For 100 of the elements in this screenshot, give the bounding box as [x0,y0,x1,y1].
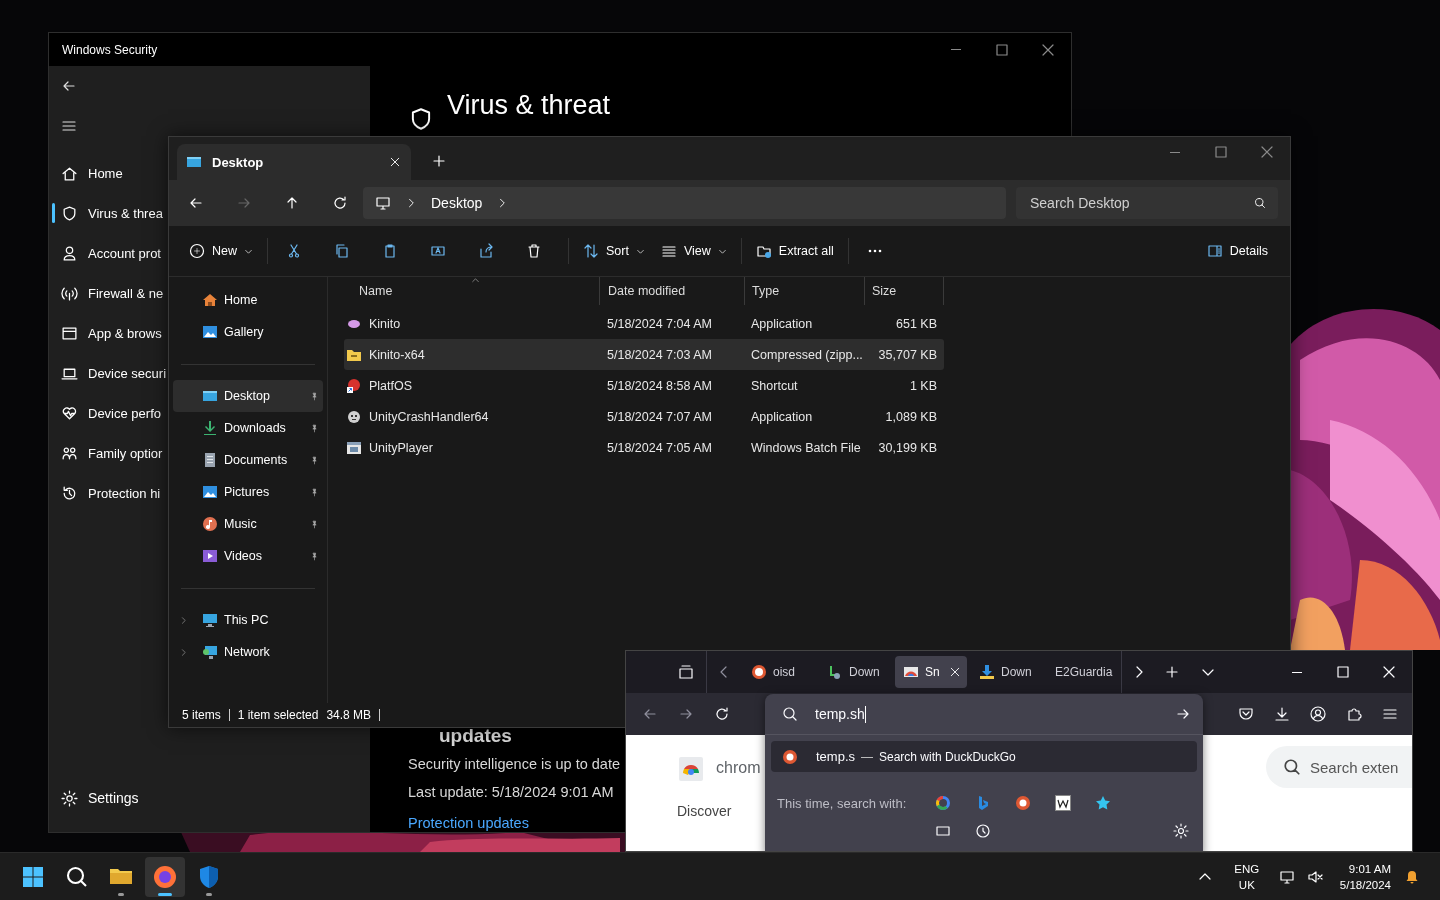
column-header[interactable]: Name [344,277,599,305]
nav-item[interactable]: Home [49,153,168,193]
new-button[interactable]: New [181,234,261,268]
nav-item[interactable]: Account prot [49,233,168,273]
menu-icon [1382,706,1398,722]
browser-tab[interactable]: Down [819,656,891,688]
file-row[interactable]: PlatfOS 5/18/2024 8:58 AM Shortcut 1 KB [344,370,944,401]
file-row[interactable]: UnityCrashHandler64 5/18/2024 7:07 AM Application 1,089 KB [344,401,944,432]
shield-icon [61,204,78,222]
bell-icon [1404,868,1420,885]
protection-updates-link[interactable]: Protection updates [408,815,529,831]
image-icon [202,484,218,500]
nav-item[interactable]: Pictures [173,476,323,508]
share-icon [478,243,494,259]
nav-item[interactable]: Network [173,636,323,668]
window-title: Windows Security [61,42,158,57]
browser-tab[interactable]: Sn [895,656,967,688]
section-heading: updates [439,724,512,748]
rename-icon [430,243,446,259]
app-icon [346,408,362,425]
plus-icon [1164,664,1180,680]
taskbar-app[interactable] [145,856,185,897]
star-icon [1095,795,1111,811]
browser-tab[interactable]: E2Guardia [1047,656,1119,688]
search-suggestion[interactable]: temp.s — Search with DuckDuckGo [771,741,1197,772]
date-cell-text: 5/18/2024 7:03 AM [606,346,713,364]
person-icon [61,244,78,262]
nav-item[interactable]: Downloads [173,412,323,444]
minimize-icon [1292,671,1302,673]
search-field[interactable]: Search Desktop [1016,187,1278,219]
discover-link[interactable]: Discover [676,803,761,819]
nav-item[interactable]: Music [173,508,323,540]
size-cell-text: 35,707 KB [877,346,938,364]
nav-item[interactable]: Virus & threa [49,193,168,233]
ring-icon [935,795,951,811]
minimize-icon [951,49,961,50]
close-icon [1259,144,1275,160]
sort-icon [583,243,599,259]
copy-icon [334,243,350,259]
browser-tab[interactable]: Down [971,656,1043,688]
settings-item[interactable]: Settings [49,778,189,818]
nav-item[interactable]: Device perfo [49,393,168,433]
house-icon [202,292,218,308]
date-cell-text: 5/18/2024 7:04 AM [606,315,713,333]
menu-icon [61,118,77,134]
sort-button[interactable]: Sort [575,234,653,268]
type-cell-text: Compressed (zipp... [750,346,864,364]
nav-item[interactable]: This PC [173,604,323,636]
video-icon [202,548,218,564]
nav-item[interactable]: App & brows [49,313,168,353]
details-button[interactable]: Details [1198,234,1276,268]
page-heading: Virus & threat [447,90,611,121]
nav-item[interactable]: Firewall & ne [49,273,168,313]
file-row[interactable]: Kinito 5/18/2024 7:04 AM Application 651 KB [344,308,944,339]
tab[interactable]: Desktop [177,144,411,180]
browser-tab[interactable]: oisd [743,656,815,688]
one-off-label: This time, search with: [777,795,908,811]
address-bar[interactable]: Desktop [363,187,1006,219]
view-button[interactable]: View [652,234,735,268]
breadcrumb[interactable]: Desktop [431,195,483,211]
type-cell-text: Application [750,408,814,426]
nav-item[interactable]: Device securi [49,353,168,393]
file-name: Kinito-x64 [369,347,425,362]
column-header[interactable]: Date modified [599,277,744,305]
size-cell-text: 1 KB [908,377,938,395]
nav-item[interactable]: Gallery [173,316,323,348]
heartbeat-icon [61,404,78,422]
extension-search-field[interactable]: Search exten [1266,746,1412,788]
type-cell-text: Windows Batch File [750,439,862,457]
account-icon [1310,706,1326,722]
nav-item[interactable]: Documents [173,444,323,476]
nav-item[interactable]: Home [173,284,323,316]
refresh-icon [332,195,348,211]
close-icon [389,156,401,168]
last-update-text: Last update: 5/18/2024 9:01 AM [408,783,614,802]
computer-icon [202,612,218,628]
clock[interactable]: 9:01 AM 5/18/2024 [1339,860,1391,893]
status-text: Security intelligence is up to date [408,755,620,774]
file-name: UnityCrashHandler64 [369,409,489,424]
language-indicator[interactable]: ENG UK [1225,860,1268,893]
duck-icon [1015,795,1031,811]
nav-item[interactable]: Desktop [173,380,323,412]
date-cell-text: 5/18/2024 8:58 AM [606,377,713,395]
file-row[interactable]: UnityPlayer 5/18/2024 7:05 AM Windows Batch File 30,199 KB [344,432,944,463]
download-icon [827,664,843,680]
maximize-icon [994,41,1010,58]
nav-item[interactable]: Videos [173,540,323,572]
duck-icon [751,664,767,680]
file-name: Kinito [369,316,401,331]
column-header[interactable]: Size [864,277,944,305]
nav-item[interactable]: Protection hi [49,473,168,513]
nav-item[interactable]: Family optior [49,433,168,473]
shield-icon [197,864,221,889]
extract-all-button[interactable]: Extract all [747,234,842,268]
search-icon [1254,197,1266,209]
column-header[interactable]: Type [744,277,864,305]
file-name: UnityPlayer [369,440,433,455]
file-row[interactable]: Kinito-x64 5/18/2024 7:03 AM Compressed (zipp... 35,707 KB [344,339,944,370]
desktop-icon [202,388,218,404]
sort-caret-icon [471,276,480,285]
